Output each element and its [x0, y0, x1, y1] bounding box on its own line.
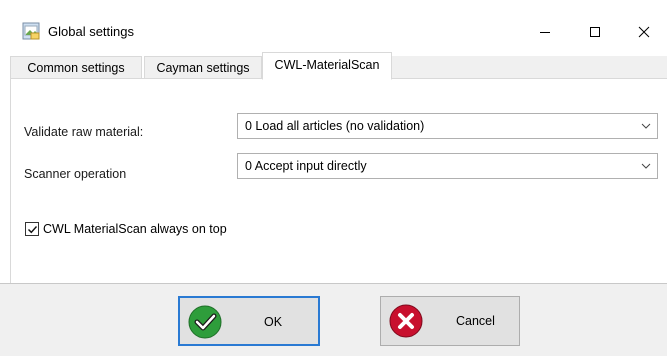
- tab-common-settings[interactable]: Common settings: [10, 56, 142, 79]
- scanner-operation-label: Scanner operation: [24, 167, 127, 181]
- tab-cayman-settings[interactable]: Cayman settings: [144, 56, 262, 79]
- chevron-down-icon: [641, 123, 651, 129]
- always-on-top-option[interactable]: CWL MaterialScan always on top: [25, 222, 227, 236]
- checkmark-icon: [27, 225, 37, 233]
- cancel-button[interactable]: Cancel: [380, 296, 520, 346]
- maximize-icon: [590, 27, 600, 37]
- close-button[interactable]: [621, 14, 667, 50]
- maximize-button[interactable]: [572, 14, 618, 50]
- validate-raw-material-dropdown[interactable]: 0 Load all articles (no validation): [237, 113, 658, 139]
- validate-raw-material-label: Validate raw material:: [24, 125, 144, 139]
- minimize-button[interactable]: [522, 14, 568, 50]
- always-on-top-checkbox[interactable]: [25, 222, 39, 236]
- title-bar: Global settings: [0, 0, 667, 50]
- scanner-operation-value: 0 Accept input directly: [245, 159, 367, 173]
- always-on-top-label: CWL MaterialScan always on top: [43, 222, 227, 236]
- chevron-down-icon: [641, 163, 651, 169]
- button-bar: [0, 283, 667, 356]
- cancel-button-label: Cancel: [456, 314, 495, 328]
- ok-button-label: OK: [264, 315, 283, 329]
- scanner-operation-dropdown[interactable]: 0 Accept input directly: [237, 153, 658, 179]
- window-title: Global settings: [48, 24, 134, 39]
- minimize-icon: [540, 32, 550, 33]
- tab-strip: Common settings Cayman settings CWL-Mate…: [0, 50, 667, 80]
- red-x-icon: [389, 304, 423, 338]
- green-check-icon: [188, 305, 222, 339]
- ok-button[interactable]: OK: [178, 296, 320, 346]
- validate-raw-material-value: 0 Load all articles (no validation): [245, 119, 425, 133]
- tab-cwl-materialscan[interactable]: CWL-MaterialScan: [262, 52, 392, 80]
- close-icon: [638, 26, 650, 38]
- tab-strip-filler: [392, 56, 667, 79]
- settings-window-icon: [22, 22, 40, 40]
